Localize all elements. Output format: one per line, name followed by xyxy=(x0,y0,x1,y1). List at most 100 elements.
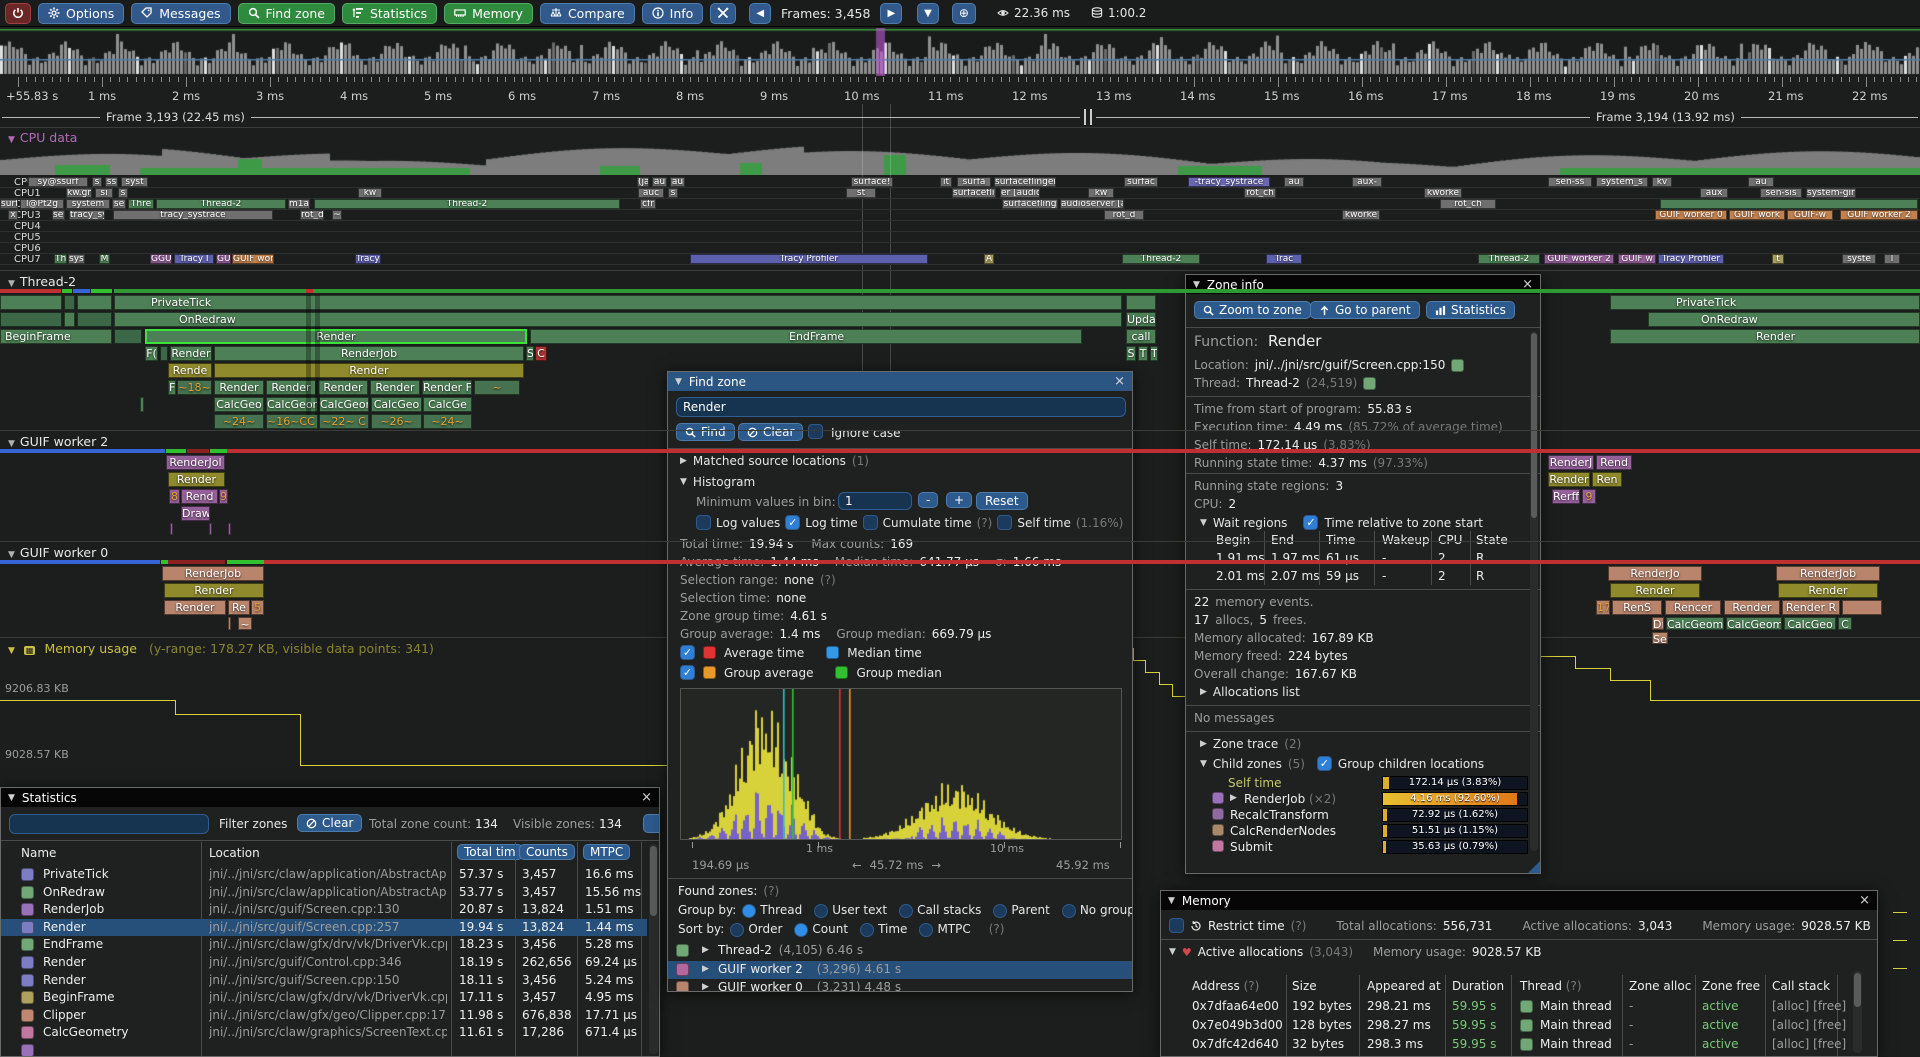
cpu-zone-bar[interactable]: GUIF wor xyxy=(232,254,274,264)
zone-bar[interactable]: S xyxy=(1126,346,1136,361)
frame-popup-button[interactable]: ▼ xyxy=(917,3,939,24)
statistics-row[interactable]: Renderjni/../jni/src/guif/Screen.cpp:150… xyxy=(1,972,647,989)
zone-bar[interactable]: RenderJol xyxy=(166,455,225,470)
zone-bar[interactable] xyxy=(209,523,212,535)
cpu-zone-bar[interactable]: surfaceflinger xyxy=(994,177,1056,187)
fz-clear-button[interactable]: Clear xyxy=(738,423,803,441)
cpu-zone-bar[interactable]: surfa xyxy=(957,177,991,187)
zone-bar[interactable]: T xyxy=(1150,346,1158,361)
radio-parent[interactable] xyxy=(993,904,1007,918)
child-zone-row[interactable]: CalcRenderNodes51.51 µs (1.15%) xyxy=(1186,823,1530,839)
cpu-zone-bar[interactable]: tracy_systrace xyxy=(113,210,273,220)
cpu-zone-bar[interactable]: audioserver [audio xyxy=(1060,199,1124,209)
thread-section-header[interactable]: ▼GUIF worker 0 xyxy=(8,545,108,560)
memory-col-header[interactable]: Zone free xyxy=(1702,979,1760,993)
zone-bar[interactable]: Render xyxy=(1610,329,1920,344)
time-relative-checkbox[interactable]: ✓ xyxy=(1303,515,1318,530)
statistics-row[interactable]: OnRedrawjni/../jni/src/claw/application/… xyxy=(1,884,647,901)
min-bin-input[interactable]: 1 xyxy=(838,492,912,510)
cpu-zone-bar[interactable]: surfacefling xyxy=(952,188,996,198)
next-frame-button[interactable]: ▶ xyxy=(880,3,902,24)
zone-bar[interactable] xyxy=(140,397,144,412)
zone-bar[interactable]: C xyxy=(535,346,547,361)
cpu-zone-bar[interactable]: A xyxy=(984,254,994,264)
cpu-zone-bar[interactable]: GUIF worker 0 xyxy=(1655,210,1727,220)
find-zone-button[interactable]: Find zone xyxy=(238,3,335,24)
zone-bar[interactable] xyxy=(228,523,231,535)
cpu-zone-bar[interactable]: M xyxy=(99,254,110,264)
cpu-zone-bar[interactable]: syst xyxy=(68,254,85,264)
memory-usage-header[interactable]: ▼ ▦ Memory usage (y-range: 178.27 KB, vi… xyxy=(8,641,434,656)
child-zone-row[interactable]: Submit35.63 µs (0.79%) xyxy=(1186,839,1530,855)
zone-bar[interactable] xyxy=(64,295,75,310)
zone-bar[interactable]: Render xyxy=(164,600,226,615)
zone-bar[interactable]: PrivateTick xyxy=(114,295,1122,310)
location-row[interactable]: Location:jni/../jni/src/guif/Screen.cpp:… xyxy=(1194,358,1464,372)
cpu-zone-bar[interactable]: l xyxy=(1884,254,1900,264)
zone-bar[interactable]: Render xyxy=(1610,583,1700,598)
memory-col-header[interactable]: Size xyxy=(1292,979,1317,993)
zone-bar[interactable]: Draw xyxy=(181,506,210,521)
cpu-zone-bar[interactable]: it xyxy=(940,177,952,187)
self-time-checkbox[interactable] xyxy=(997,515,1012,530)
zone-bar[interactable] xyxy=(228,617,231,630)
memory-button[interactable]: Memory xyxy=(444,3,533,24)
find-zone-histogram[interactable] xyxy=(680,688,1122,840)
cpu-zone-bar[interactable]: surface! xyxy=(851,177,893,187)
zone-bar[interactable] xyxy=(160,346,168,361)
zone-bar[interactable] xyxy=(114,329,142,344)
zone-bar[interactable]: T xyxy=(1138,346,1148,361)
col-counts-button[interactable]: Counts xyxy=(519,844,575,860)
cpu-zone-bar[interactable]: au xyxy=(652,177,667,187)
radio-order[interactable] xyxy=(730,923,744,937)
zone-bar[interactable]: RenderJ xyxy=(1548,455,1594,470)
legend-checkbox[interactable]: ✓ xyxy=(680,645,695,660)
collapse-icon[interactable]: ▼ xyxy=(8,793,15,803)
zone-bar[interactable]: 9 xyxy=(1582,489,1596,504)
statistics-row[interactable]: Renderjni/../jni/src/guif/Control.cpp:34… xyxy=(1,954,647,971)
frame-label-left[interactable]: Frame 3,193 (22.45 ms) xyxy=(100,110,251,124)
memory-col-header[interactable]: Thread (?) xyxy=(1520,979,1582,993)
cpu-zone-bar[interactable]: Thread-2 xyxy=(1122,254,1200,264)
cpu-zone-bar[interactable]: sen-ss xyxy=(1548,177,1592,187)
cpu-zone-bar[interactable]: system_s xyxy=(1596,177,1648,187)
cpu-zone-bar[interactable]: Thread-2 xyxy=(1478,254,1540,264)
cpu-zone-bar[interactable]: t xyxy=(1772,254,1784,264)
go-to-parent-button[interactable]: Go to parent xyxy=(1310,301,1420,319)
cpu-zone-bar[interactable]: rot_d xyxy=(300,210,324,220)
allocation-row[interactable]: 0x7e049b3d00128 bytes298.27 ms59.95 sMai… xyxy=(1161,1016,1851,1035)
legend-checkbox[interactable]: ✓ xyxy=(680,665,695,680)
thread-row[interactable]: Thread:Thread-2 (24,519) xyxy=(1194,376,1376,390)
zone-trace-section[interactable]: ▶Zone trace(2) xyxy=(1200,737,1301,751)
cpu-zone-bar[interactable]: s xyxy=(118,188,128,198)
zone-bar[interactable]: RenderJob xyxy=(1776,566,1880,581)
zone-bar[interactable] xyxy=(64,312,75,327)
zone-bar[interactable]: ~24~ xyxy=(214,414,264,429)
collapse-icon[interactable]: ▼ xyxy=(1193,280,1200,290)
cpu-zone-bar[interactable]: rot_ch xyxy=(1440,199,1496,209)
cpu-zone-bar[interactable]: GGUIF xyxy=(150,254,172,264)
cpu-zone-bar[interactable]: system-girns xyxy=(1806,188,1856,198)
cpu-zone-bar[interactable]: kw xyxy=(358,188,382,198)
zone-bar[interactable]: 5 xyxy=(251,600,264,615)
col-mtpc-button[interactable]: MTPC xyxy=(583,844,630,860)
zone-bar[interactable]: F( xyxy=(145,346,158,361)
cpu-zone-bar[interactable]: surfac xyxy=(1124,177,1158,187)
frame-minimap[interactable] xyxy=(0,28,1920,76)
statistics-row[interactable]: BeginFramejni/../jni/src/claw/gfx/drv/vk… xyxy=(1,989,647,1006)
options-button[interactable]: Options xyxy=(38,3,124,24)
zone-bar[interactable]: CalcGeomet xyxy=(1726,617,1782,630)
cpu-zone-bar[interactable]: Trac xyxy=(1266,254,1302,264)
zone-bar[interactable]: Render F xyxy=(422,380,472,395)
zone-bar[interactable]: Rerff xyxy=(1552,489,1580,504)
zone-bar[interactable]: S xyxy=(526,346,534,361)
zone-bar[interactable]: Re xyxy=(228,600,250,615)
cpu-zone-bar[interactable]: Tracy Profiler xyxy=(1658,254,1724,264)
cpu-zone-bar[interactable]: Thre xyxy=(128,199,154,209)
cpu-zone-bar[interactable]: rot_d xyxy=(1104,210,1144,220)
zone-bar[interactable]: ~26~ xyxy=(371,414,422,429)
cpu-zone-bar[interactable]: se xyxy=(112,199,126,209)
memory-scrollbar[interactable] xyxy=(1854,973,1861,1007)
zone-bar[interactable]: CalcGeo xyxy=(214,397,264,412)
zone-bar[interactable]: 17 xyxy=(1596,600,1610,615)
